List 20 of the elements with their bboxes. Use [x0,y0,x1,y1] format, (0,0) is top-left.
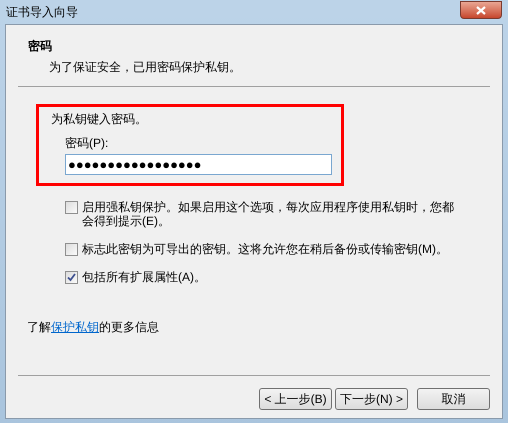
close-button[interactable] [460,1,502,19]
page-heading: 密码 [28,38,53,55]
checkmark-icon [67,273,76,282]
option-label: 包括所有扩展属性(A)。 [82,270,206,284]
page-subtitle: 为了保证安全，已用密码保护私钥。 [48,59,242,76]
wizard-button[interactable]: < 上一步(B) [259,388,332,410]
option-label: 标志此密钥为可导出的密钥。这将允许您在稍后备份或传输密钥(M)。 [82,242,448,256]
instruction-text: 为私钥键入密码。 [51,111,148,128]
password-field[interactable]: ●●●●●●●●●●●●●●●●● [65,154,332,175]
option-label: 启用强私钥保护。如果启用这个选项，每次应用程序使用私钥时，您都会得到提示(E)。 [82,200,455,228]
checkbox[interactable] [65,243,78,256]
checkbox[interactable] [65,271,78,284]
info-link[interactable]: 保护私钥 [51,320,99,334]
close-icon [476,6,486,14]
window-title: 证书导入向导 [6,4,78,21]
wizard-button[interactable]: 下一步(N) > [335,388,408,410]
password-label: 密码(P): [65,135,110,152]
checkbox[interactable] [65,201,78,214]
info-text: 了解保护私钥的更多信息 [27,320,159,334]
wizard-button[interactable]: 取消 [417,388,490,410]
